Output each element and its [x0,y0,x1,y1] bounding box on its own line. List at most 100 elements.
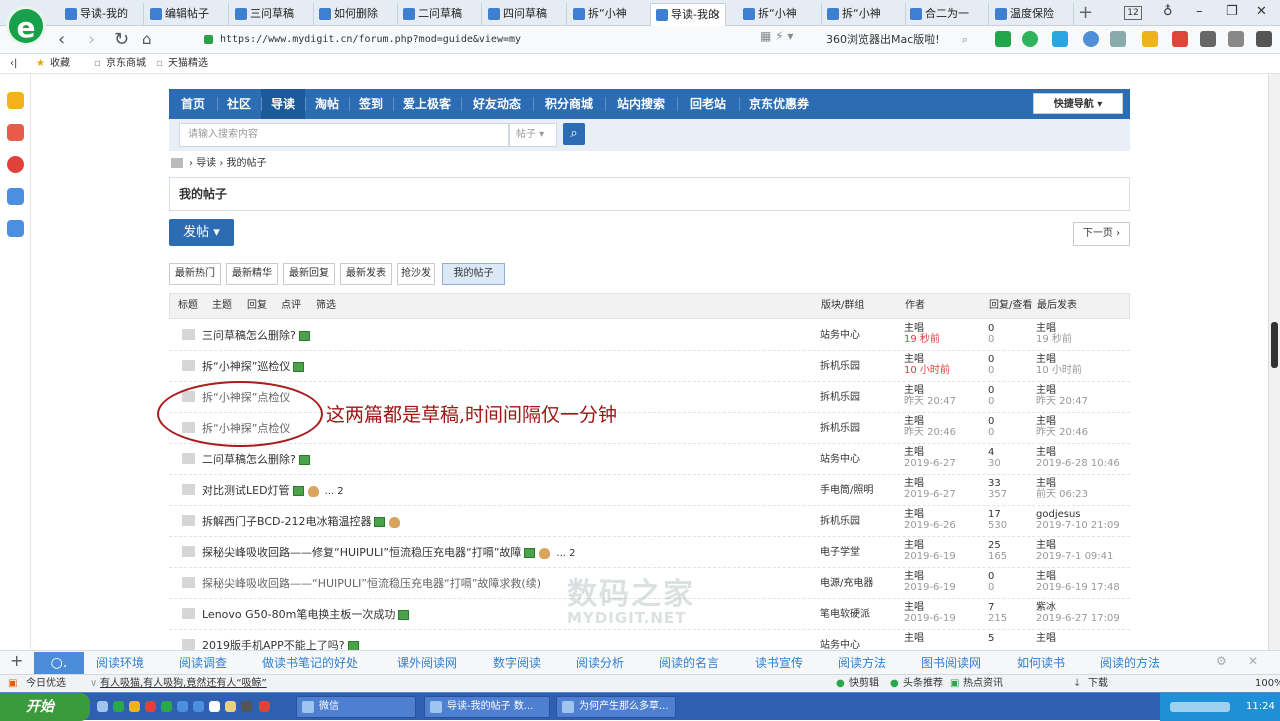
chat-icon[interactable] [1110,31,1126,47]
forum-link[interactable]: 手电筒/照明 [820,475,873,506]
nav-item[interactable]: 积分商城 [533,89,605,119]
browser-logo-icon[interactable]: e [6,6,46,46]
status-news[interactable]: 热点资讯 [963,675,1003,692]
recommend-link[interactable]: 阅读的名言 [659,651,719,675]
header-reply[interactable]: 回复 [247,294,267,318]
forum-link[interactable]: 笔电软硬派 [820,599,870,630]
last-post-user[interactable]: 主唱 [1036,385,1088,396]
recommend-link[interactable]: 如何读书 [1017,651,1065,675]
recommend-link[interactable]: 阅读调查 [179,651,227,675]
browser-tab[interactable]: 合二为一 [905,3,989,26]
last-post-time[interactable]: 10 小时前 [1036,365,1082,376]
settings-gear-icon[interactable]: ⚙ [1216,654,1227,668]
browser-tab[interactable]: 二问草稿 [398,3,482,26]
zoom-level[interactable]: 100% [1255,675,1280,692]
bookmark-tmall[interactable]: 天猫精选 [168,54,208,73]
taskbar-task[interactable]: 为何产生那么多草... [556,696,676,718]
recommend-link[interactable]: 阅读方法 [838,651,886,675]
last-post-time[interactable]: 2019-7-1 09:41 [1036,551,1113,562]
maximize-button[interactable]: ❐ [1226,4,1238,19]
last-post-user[interactable]: godjesus [1036,509,1120,520]
nav-item[interactable]: 导读 [261,89,305,119]
last-post-time[interactable]: 前天 06:23 [1036,489,1088,500]
quick-nav-dropdown[interactable]: 快捷导航 ▾ [1033,93,1123,114]
nav-item[interactable]: 京东优惠券 [739,89,819,119]
last-post-user[interactable]: 主唱 [1036,571,1120,582]
thread-title-link[interactable]: 探秘尖峰吸收回路——修复“HUIPULI”恒流稳压充电器“打嗝”故障 [202,546,521,559]
weibo-icon[interactable] [7,156,24,173]
forum-link[interactable]: 电源/充电器 [820,568,873,599]
browser-tab[interactable]: 拆“小神 [822,3,906,26]
headline-link[interactable]: 有人吸猫,有人吸狗,竟然还有人“吸鲸” [100,675,267,692]
forum-link[interactable]: 拆机乐园 [820,382,860,413]
today-picks[interactable]: 今日优选 [26,675,66,692]
author-name[interactable]: 主唱 [904,633,924,644]
author-name[interactable]: 主唱 [904,509,956,520]
thread-title-link[interactable]: 二问草稿怎么删除? [202,453,296,466]
taskbar-task[interactable]: 微信 [296,696,416,718]
author-name[interactable]: 主唱 [904,416,956,427]
thread-title-link[interactable]: 探秘尖峰吸收回路——“HUIPULI”恒流稳压充电器“打嗝”故障求救(续) [202,577,541,590]
status-clip[interactable]: 快剪辑 [849,675,879,692]
clock[interactable]: 11:24 [1246,693,1275,721]
last-post-user[interactable]: 主唱 [1036,416,1088,427]
status-download[interactable]: 下载 [1088,675,1108,692]
browser-tab[interactable]: 导读-我的 ✕ [650,3,726,26]
last-post-user[interactable]: 主唱 [1036,354,1082,365]
last-post-user[interactable]: 主唱 [1036,478,1088,489]
forum-link[interactable]: 拆机乐园 [820,506,860,537]
minimize-button[interactable]: – [1196,4,1203,19]
browser-tab[interactable]: 导读-我的 [60,3,144,26]
tray-icons[interactable] [1170,702,1230,712]
thread-title-link[interactable]: 拆“小神探”巡检仪 [202,360,290,373]
forward-button[interactable]: › [88,29,95,50]
new-post-button[interactable]: 发帖 ▾ [169,219,234,246]
back-button[interactable]: ‹ [58,29,65,50]
thread-title-link[interactable]: 2019版手机APP不能上了吗? [202,639,345,650]
last-post-time[interactable]: 2019-7-10 21:09 [1036,520,1120,531]
quicklaunch-icon[interactable] [161,701,172,712]
sidebar-toggle-icon[interactable]: ‹| [10,54,17,73]
nav-item[interactable]: 签到 [349,89,393,119]
reload-button[interactable]: ↻ [114,29,129,50]
browser-search-box[interactable]: 360浏览器出Mac版啦! ⌕ [818,29,978,51]
recommend-link[interactable]: 阅读分析 [576,651,624,675]
last-post-time[interactable]: 2019-6-27 17:09 [1036,613,1120,624]
recommend-link[interactable]: 图书阅读网 [921,651,981,675]
recommend-link[interactable]: 读书宣传 [755,651,803,675]
thread-title-link[interactable]: 三问草稿怎么删除? [202,329,296,342]
extension-translate-icon[interactable] [1022,31,1038,47]
quicklaunch-icon[interactable] [97,701,108,712]
nav-item[interactable]: 回老站 [677,89,739,119]
browser-tab[interactable]: 温度保险 [990,3,1074,26]
filter-tab[interactable]: 最新精华 [226,263,278,285]
quicklaunch-icon[interactable] [225,701,236,712]
screenshot-icon[interactable] [1052,31,1068,47]
filter-tab[interactable]: 我的帖子 [442,263,505,285]
header-filter[interactable]: 筛选 [316,294,336,318]
quicklaunch-icon[interactable] [113,701,124,712]
nav-item[interactable]: 好友动态 [461,89,533,119]
phone-icon[interactable] [1200,31,1216,47]
skin-icon[interactable]: ♁ [1163,4,1173,19]
recommend-link[interactable]: 做读书笔记的好处 [262,651,358,675]
browser-tab[interactable]: 拆“小神 [568,3,652,26]
undo-icon[interactable] [1228,31,1244,47]
dropdown-icon[interactable]: ∨ [90,675,97,692]
start-button[interactable]: 开始 [0,693,90,721]
extension-green-icon[interactable] [995,31,1011,47]
url-field[interactable]: https://www.mydigit.cn/forum.php?mod=gui… [186,29,816,51]
browser-tab[interactable]: 三问草稿 [230,3,314,26]
quicklaunch-icon[interactable] [129,701,140,712]
quicklaunch-icon[interactable] [177,701,188,712]
author-name[interactable]: 主唱 [904,323,940,334]
recommend-link[interactable]: 课外阅读网 [397,651,457,675]
home-button[interactable]: ⌂ [142,30,152,48]
find-icon[interactable] [1083,31,1099,47]
forum-link[interactable]: 站务中心 [820,630,860,650]
last-post-user[interactable]: 主唱 [1036,540,1113,551]
close-window-button[interactable]: ✕ [1256,4,1267,19]
nav-item[interactable]: 社区 [217,89,261,119]
last-post-time[interactable]: 昨天 20:46 [1036,427,1088,438]
nav-item[interactable]: 爱上极客 [393,89,461,119]
